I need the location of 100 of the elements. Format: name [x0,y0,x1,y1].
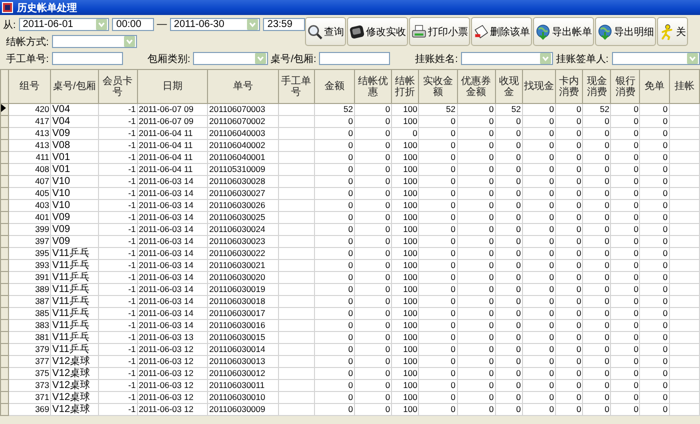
table-cell: 0 [522,128,556,140]
column-header[interactable]: 现金消费 [582,70,611,104]
table-cell: 2011-06-03 13 [137,332,208,344]
table-cell: 0 [314,356,354,368]
table-cell: 201106030015 [208,332,278,344]
table-cell: V04 [50,116,98,128]
column-header[interactable]: 日期 [137,70,208,104]
column-header[interactable]: 桌号/包厢 [50,70,98,104]
table-cell: 201106030021 [208,260,278,272]
table-cell: 407 [8,176,51,188]
table-cell [669,320,700,332]
date-from-field[interactable]: 2011-06-01 [18,18,110,31]
room-type-dropdown[interactable] [193,52,268,65]
table-cell: 0 [495,272,522,284]
table-cell: 0 [610,320,640,332]
date-to-field[interactable]: 2011-06-30 [170,18,260,31]
table-cell: 0 [556,188,583,200]
table-cell: V10 [50,176,98,188]
column-header[interactable]: 手工单号 [278,70,314,104]
table-cell: 0 [314,116,354,128]
column-header[interactable]: 金额 [314,70,354,104]
table-cell: 0 [522,200,556,212]
table-cell: 100 [392,248,419,260]
table-cell [278,248,314,260]
manual-number-field[interactable] [52,52,123,65]
dropdown-arrow-icon[interactable] [96,19,108,30]
table-cell: 100 [392,308,419,320]
table-cell: 0 [610,128,640,140]
dropdown-arrow-icon[interactable] [254,53,266,64]
table-cell: 0 [582,200,611,212]
column-header[interactable]: 实收金额 [418,70,457,104]
dropdown-arrow-icon[interactable] [247,19,258,30]
table-cell: 0 [610,296,640,308]
table-cell: 0 [495,296,522,308]
table-cell: 100 [392,272,419,284]
row-indicator[interactable] [0,104,9,116]
credit-name-dropdown[interactable] [460,52,553,65]
table-cell: 201106030028 [208,176,278,188]
table-cell: 0 [582,236,611,248]
column-header[interactable]: 结帐优惠 [354,70,392,104]
table-cell: -1 [98,164,138,176]
time-from-field[interactable]: 00:00 [112,18,154,31]
settle-method-dropdown[interactable] [52,35,137,48]
table-cell: 0 [556,248,583,260]
column-header[interactable]: 优惠券金额 [457,70,496,104]
table-cell: 0 [314,260,354,272]
column-header[interactable]: 挂帐 [669,70,700,104]
table-room-field[interactable] [319,52,390,65]
table-cell: 0 [354,404,392,416]
table-cell: 0 [556,332,583,344]
table-cell: 0 [457,224,496,236]
table-cell: 0 [354,308,392,320]
table-cell: 0 [610,344,640,356]
table-cell: 0 [354,332,392,344]
table-cell: 0 [495,404,522,416]
toolbar-button[interactable]: 导出明细 [595,17,656,46]
toolbar-button[interactable]: 导出帐单 [533,17,594,46]
column-header[interactable]: 组号 [8,70,51,104]
table-cell: 52 [314,104,354,116]
column-header[interactable]: 收现金 [495,70,522,104]
table-cell [278,224,314,236]
table-cell: 0 [457,380,496,392]
dropdown-arrow-icon[interactable] [687,53,698,64]
table-cell: 0 [457,308,496,320]
column-header[interactable]: 免单 [640,70,670,104]
table-cell: 2011-06-03 14 [137,176,208,188]
table-cell: -1 [98,332,138,344]
table-cell: 0 [354,368,392,380]
table-cell [278,368,314,380]
table-cell [278,356,314,368]
globe-icon [597,24,613,40]
table-cell: 0 [640,404,670,416]
toolbar-button[interactable]: 关 [657,17,688,46]
table-cell: 0 [610,368,640,380]
column-header[interactable]: 卡内消费 [556,70,583,104]
toolbar-button[interactable]: 打印小票 [409,17,470,46]
table-cell: 0 [354,140,392,152]
dropdown-arrow-icon[interactable] [124,36,135,47]
credit-signer-dropdown[interactable] [612,52,700,65]
table-cell: 2011-06-03 14 [137,296,208,308]
credit-signer-label: 挂账签单人: [556,52,609,66]
column-header[interactable]: 单号 [208,70,278,104]
table-cell: 0 [556,356,583,368]
toolbar-button[interactable]: 删除该单 [471,17,532,46]
column-header[interactable]: 找现金 [522,70,556,104]
table-cell: 0 [556,344,583,356]
column-header[interactable]: 会员卡号 [98,70,138,104]
time-to-field[interactable]: 23:59 [263,18,305,31]
table-cell: 0 [522,176,556,188]
table-cell: 201106070002 [208,116,278,128]
table-cell [278,176,314,188]
toolbar-button[interactable]: 修改实收 [347,17,408,46]
column-header[interactable]: 结帐打折 [392,70,419,104]
table-cell [278,380,314,392]
table-cell: 2011-06-03 12 [137,380,208,392]
table-cell: 0 [495,236,522,248]
toolbar-button[interactable]: 查询 [305,17,346,46]
table-cell: 100 [392,116,419,128]
dropdown-arrow-icon[interactable] [540,53,551,64]
column-header[interactable]: 银行消费 [610,70,640,104]
